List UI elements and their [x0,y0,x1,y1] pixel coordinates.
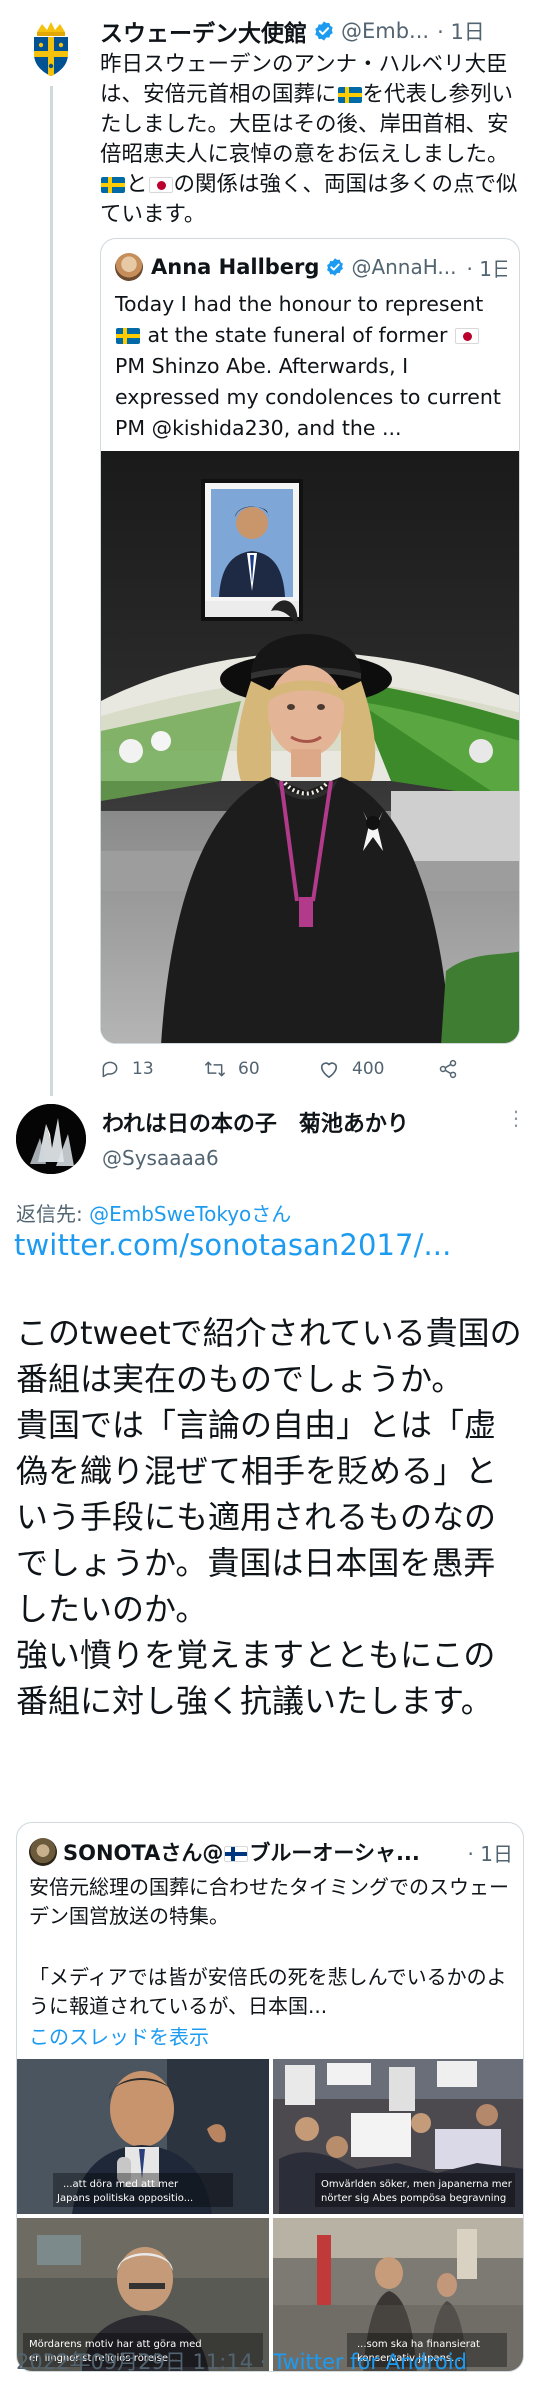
retweet-action[interactable]: 60 [204,1059,318,1079]
tweet-footer: 2022年09月29日 11:14 · Twitter for Android [16,2346,467,2376]
like-action[interactable]: 400 [318,1059,438,1079]
share-action[interactable] [438,1059,458,1079]
thumbnail-1[interactable]: ...att döra med att mer Japans politiska… [17,2059,269,2214]
quoted-tweet-card[interactable]: SONOTAさん@ ブルーオーシャ... · 1日 安倍元総理の国葬に合わせたタイ… [16,1822,524,2372]
funeral-photo[interactable] [101,451,520,1044]
quoted-text-part: Today I had the honour to represent [115,292,484,316]
quoted-author-avatar[interactable] [29,1838,57,1866]
sweden-flag-icon [116,328,140,344]
reply-author-handle[interactable]: @Sysaaaa6 [102,1146,219,1170]
tweet-header: スウェーデン大使館 @Emb... · 1日 [100,14,520,48]
tweet-time[interactable]: · 1日 [437,16,485,46]
reply-icon [102,1061,118,1078]
quoted-tweet-card[interactable]: Anna Hallberg @AnnaH... · 1日 Today I had… [100,238,520,1044]
sweden-flag-icon [337,87,362,103]
quoted-author-handle[interactable]: @AnnaH... [351,255,456,279]
quoted-author-name[interactable]: SONOTAさん@ ブルーオーシャ... [63,1837,420,1867]
finland-flag-icon [224,1846,249,1862]
reply-to-line: 返信先: @EmbSweTokyoさん [16,1198,291,1227]
tweet-actions: 13 60 400 [100,1052,520,1086]
more-options-icon[interactable]: ⋮ [506,1106,526,1130]
reply-author-avatar[interactable] [16,1104,86,1174]
reply-author-name[interactable]: われは日の本の子 菊池あかり [102,1106,409,1138]
verified-badge-icon [315,21,333,41]
quoted-text-part: PM Shinzo Abe. Afterwards, I expressed m… [115,354,501,440]
reply-count: 13 [132,1059,154,1079]
quoted-tweet-header: Anna Hallberg @AnnaH... · 1日 [115,253,507,281]
tweet-text-part: と [126,172,148,197]
japan-flag-icon [148,177,173,193]
thumbnail-2-caption-2: nörter sig Abes pompösa begravning [321,2193,506,2204]
verified-badge-icon [327,258,344,276]
quoted-author-avatar[interactable] [115,253,143,281]
embassy-avatar[interactable] [28,20,74,78]
like-count: 400 [352,1059,385,1079]
reply-to-handle[interactable]: @EmbSweTokyoさん [89,1202,291,1226]
thumbnail-1-caption-2: Japans politiska oppositio... [56,2193,193,2204]
retweet-count: 60 [238,1059,260,1079]
quoted-tweet-time[interactable]: · 1日 [462,1838,513,1867]
quoted-name-part: SONOTAさん@ [63,1841,224,1865]
thumbnail-1-caption: ...att döra med att mer [63,2179,179,2190]
reply-text: このtweetで紹介されている貴国の番組は実在のものでしょうか。 貴国では「言論… [16,1314,522,1720]
thumbnail-2[interactable]: Omvärlden söker, men japanerna mer nörte… [273,2059,524,2214]
quoted-tweet-text: 安倍元総理の国葬に合わせたタイミングでのスウェーデン国営放送の特集。 [29,1875,509,1928]
reply-to-label: 返信先: [16,1202,90,1226]
thread-connector-line [50,86,53,1096]
quoted-name-part: ブルーオーシャ... [249,1841,420,1865]
show-thread-link[interactable]: このスレッドを表示 [29,2021,209,2050]
quoted-tweet-header: SONOTAさん@ ブルーオーシャ... · 1日 [29,1837,513,1867]
quoted-tweet-text-continued: 「メディアでは皆が安倍氏の死を悲しんでいるかのように報道されているが、日本国..… [29,1965,507,2018]
quoted-tweet-time[interactable]: · 1日 [467,253,507,281]
reply-link[interactable]: twitter.com/sonotasan2017/... [14,1228,451,1262]
thumbnail-2-caption: Omvärlden söker, men japanerna mer [321,2179,513,2190]
author-name[interactable]: スウェーデン大使館 [100,14,307,48]
tweet-text: 昨日スウェーデンのアンナ・ハルベリ大臣は、安倍元首相の国葬に を代表し参列いたしま… [100,50,520,230]
reply-action[interactable]: 13 [100,1059,204,1079]
video-thumbnail-grid[interactable]: ...att döra med att mer Japans politiska… [17,2059,524,2372]
author-handle[interactable]: @Emb... [341,19,429,43]
tweet-timestamp[interactable]: 2022年09月29日 11:14 · [16,2350,273,2374]
quoted-tweet-text: Today I had the honour to represent at t… [115,289,507,444]
retweet-icon [205,1061,225,1077]
quoted-text-part: at the state funeral of former [147,323,448,347]
tweet-source[interactable]: Twitter for Android [273,2350,467,2374]
sweden-flag-icon [101,177,125,193]
share-icon [439,1059,457,1079]
quoted-author-name[interactable]: Anna Hallberg [151,255,319,279]
heart-icon [320,1062,338,1078]
japan-flag-icon [454,328,479,344]
